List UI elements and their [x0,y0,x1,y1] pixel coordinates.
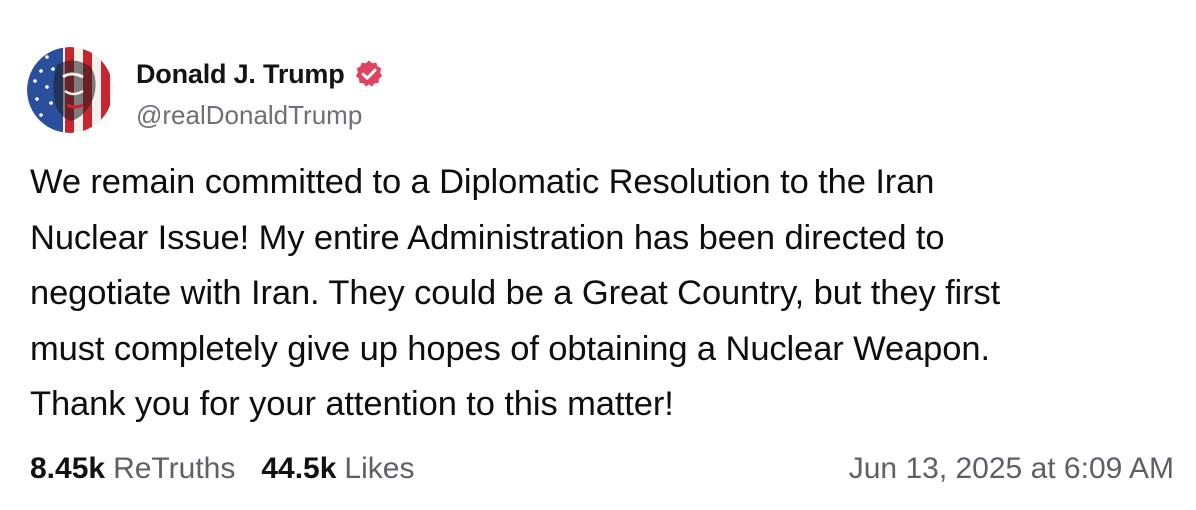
likes-stat[interactable]: 44.5k Likes [261,452,414,486]
post-text: We remain committed to a Diplomatic Reso… [30,163,1001,423]
avatar-image [27,47,113,133]
retruths-label: ReTruths [113,452,236,485]
post-timestamp[interactable]: Jun 13, 2025 at 6:09 AM [849,452,1174,486]
author-display-name[interactable]: Donald J. Trump [136,59,345,90]
author-name-row: Donald J. Trump [136,56,384,92]
likes-label: Likes [344,452,415,485]
post-stats: 8.45k ReTruths 44.5k Likes [30,452,414,486]
retruths-count: 8.45k [30,452,106,485]
author-handle[interactable]: @realDonaldTrump [136,100,362,131]
avatar[interactable] [27,47,113,133]
likes-count: 44.5k [261,452,337,485]
post-card: Donald J. Trump @realDonaldTrump We rema… [0,0,1196,510]
retruths-stat[interactable]: 8.45k ReTruths [30,452,235,486]
verified-badge-icon [354,59,384,89]
